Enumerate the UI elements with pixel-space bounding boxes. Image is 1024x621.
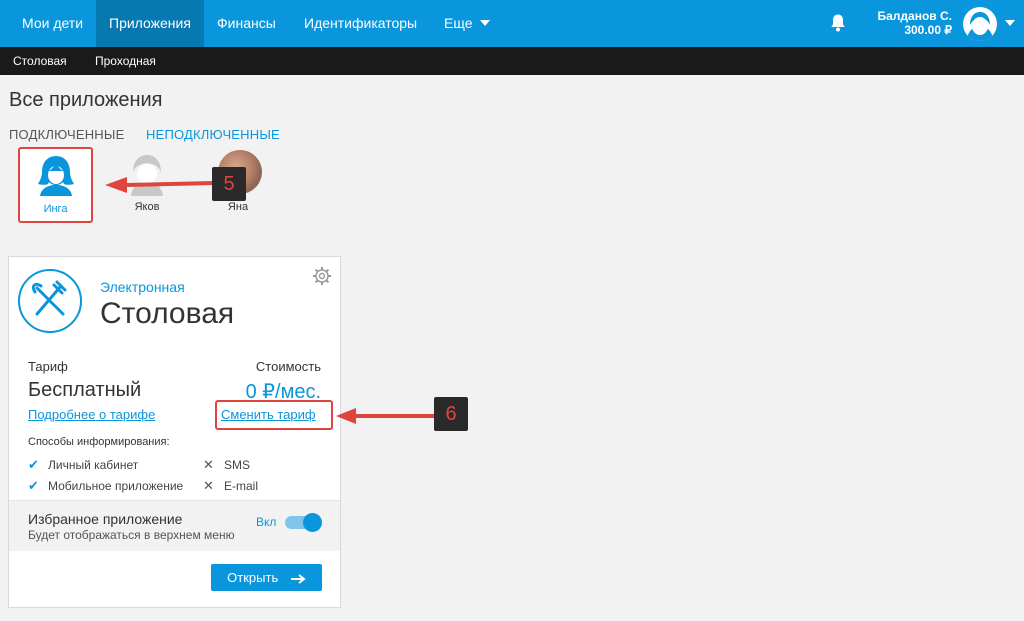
favorite-section: Избранное приложение Будет отображаться …: [9, 501, 340, 551]
user-name: Балданов С.: [877, 9, 952, 23]
app-subtitle: Электронная: [100, 279, 185, 295]
favorite-state-label: Вкл: [256, 515, 277, 529]
bell-icon[interactable]: [829, 13, 847, 33]
nav-identifiers[interactable]: Идентификаторы: [291, 0, 430, 47]
gear-icon[interactable]: [312, 266, 332, 286]
change-tariff-link[interactable]: Сменить тариф: [221, 407, 316, 422]
child-avatar-inga[interactable]: Инга: [18, 147, 93, 223]
child-name: Инга: [43, 203, 68, 215]
page-title: Все приложения: [9, 89, 163, 111]
tariff-details-link[interactable]: Подробнее о тарифе: [28, 407, 155, 422]
app-card-cafeteria: Электронная Столовая Тариф Стоимость Бес…: [8, 256, 341, 608]
annotation-callout: 5: [212, 167, 246, 201]
favorite-toggle[interactable]: [285, 511, 323, 533]
user-balance: 300.00 ₽: [904, 23, 952, 37]
top-navbar: Мои дети Приложения Финансы Идентификато…: [0, 0, 1024, 47]
check-icon: ✔: [28, 457, 39, 472]
user-info[interactable]: Балданов С. 300.00 ₽: [860, 9, 952, 37]
cross-icon: ✕: [203, 457, 214, 472]
sub-navbar: Столовая Проходная: [0, 47, 1024, 75]
notify-personal-cabinet: Личный кабинет: [48, 458, 139, 472]
open-button-label: Открыть: [227, 570, 279, 585]
check-icon: ✔: [28, 478, 39, 493]
favorite-subtitle: Будет отображаться в верхнем меню: [28, 528, 235, 542]
notify-methods-label: Способы информирования:: [28, 436, 170, 448]
nav-more-label: Еще: [444, 15, 473, 31]
subnav-checkpoint[interactable]: Проходная: [95, 47, 156, 75]
toggle-knob: [303, 513, 322, 532]
arrow-right-icon: [290, 573, 306, 584]
annotation-arrow-icon: [105, 177, 215, 193]
child-name: Яков: [134, 201, 160, 213]
girl-avatar-icon: [38, 156, 74, 196]
tariff-value: Бесплатный: [28, 379, 142, 401]
cross-icon: ✕: [203, 478, 214, 493]
open-app-button[interactable]: Открыть: [211, 564, 322, 591]
nav-my-children[interactable]: Мои дети: [9, 0, 96, 47]
notify-sms: SMS: [224, 458, 251, 472]
app-title: Столовая: [100, 297, 235, 330]
tab-connected[interactable]: ПОДКЛЮЧЕННЫЕ: [9, 127, 124, 142]
nav-more[interactable]: Еще: [431, 0, 503, 47]
nav-finances[interactable]: Финансы: [204, 0, 289, 47]
notify-email: E-mail: [224, 479, 259, 493]
subnav-cafeteria[interactable]: Столовая: [13, 47, 67, 75]
chevron-down-icon: [479, 20, 490, 27]
user-menu-chevron-icon[interactable]: [1005, 20, 1015, 26]
user-avatar[interactable]: [963, 7, 997, 41]
annotation-arrow-icon: [336, 408, 434, 424]
child-name: Яна: [227, 201, 249, 213]
notify-mobile-app: Мобильное приложение: [48, 479, 184, 493]
tab-disconnected[interactable]: НЕПОДКЛЮЧЕННЫЕ: [146, 127, 280, 142]
annotation-callout: 6: [434, 397, 468, 431]
tariff-label: Тариф: [28, 359, 68, 374]
user-face-icon: [967, 12, 993, 41]
favorite-title: Избранное приложение: [28, 511, 183, 527]
nav-applications[interactable]: Приложения: [96, 0, 204, 47]
cost-label: Стоимость: [255, 359, 321, 374]
fork-knife-icon: [18, 269, 82, 333]
